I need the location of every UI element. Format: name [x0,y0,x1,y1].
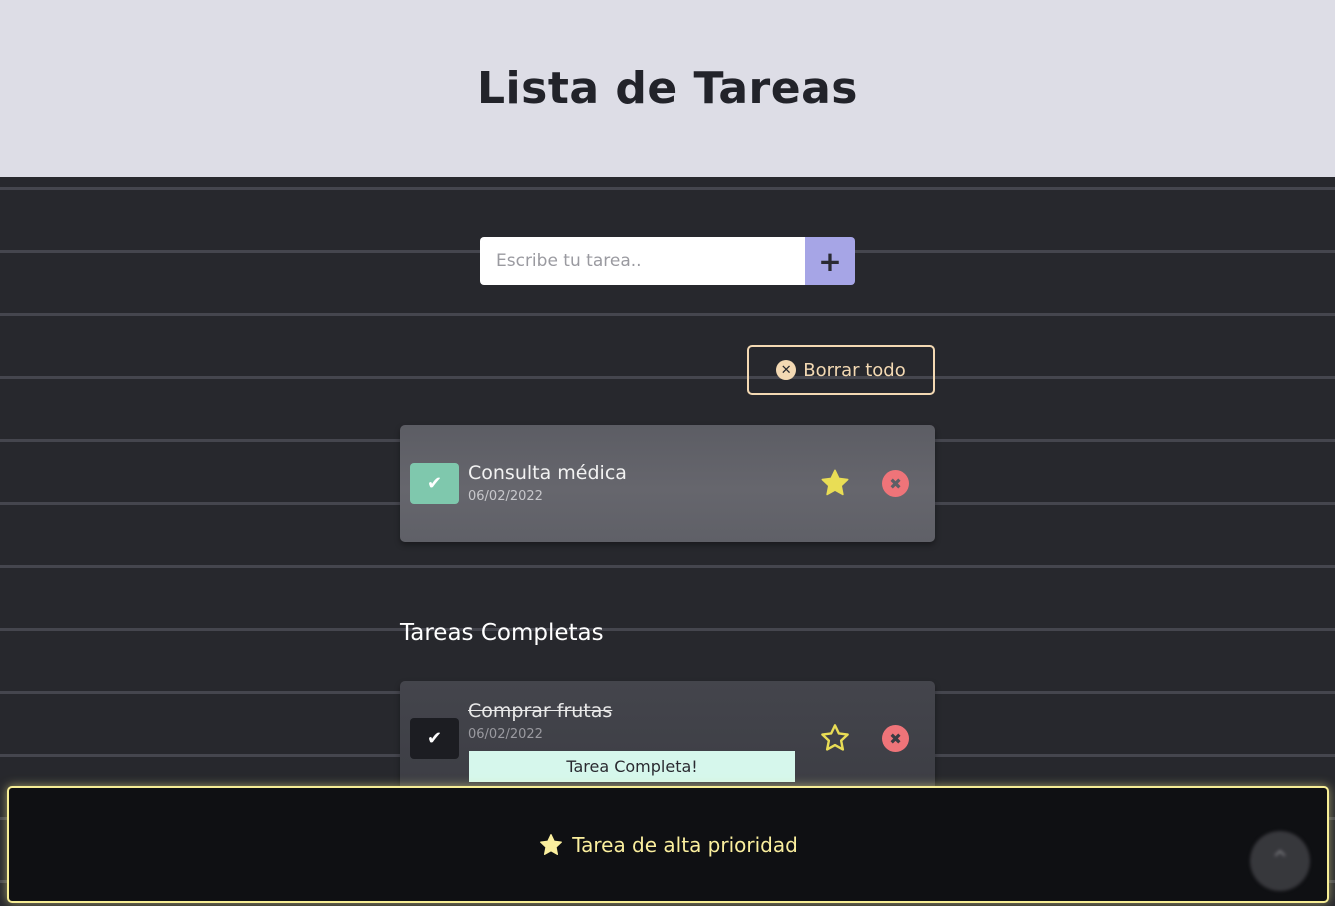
star-outline-icon[interactable] [819,722,851,754]
task-title: Consulta médica [468,462,627,484]
delete-task-button[interactable]: ✖ [882,725,909,752]
scroll-to-top-button[interactable]: ⌃ [1250,831,1310,891]
star-filled-icon[interactable] [819,467,851,499]
task-card: ✔ Consulta médica 06/02/2022 ✖ [400,425,935,542]
task-input[interactable] [480,237,805,285]
uncomplete-task-button[interactable]: ✔ [410,718,459,759]
star-icon [540,833,563,855]
app-header: Lista de Tareas [0,0,1335,177]
toast-message: Tarea de alta prioridad [572,832,798,857]
delete-task-button[interactable]: ✖ [882,470,909,497]
task-form: + [480,237,855,285]
chevron-up-icon: ⌃ [1269,846,1291,876]
x-circle-icon: ✕ [776,360,797,380]
task-complete-badge: Tarea Completa! [469,751,795,782]
completed-section-title: Tareas Completas [400,620,604,646]
clear-all-button[interactable]: ✕ Borrar todo [747,345,935,395]
task-date: 06/02/2022 [468,727,543,742]
task-date: 06/02/2022 [468,489,543,504]
complete-task-button[interactable]: ✔ [410,463,459,504]
page-title: Lista de Tareas [477,63,858,114]
add-task-button[interactable]: + [805,237,855,285]
task-title: Comprar frutas [468,700,613,722]
priority-toast: Tarea de alta prioridad [7,786,1329,903]
clear-all-label: Borrar todo [803,359,906,381]
